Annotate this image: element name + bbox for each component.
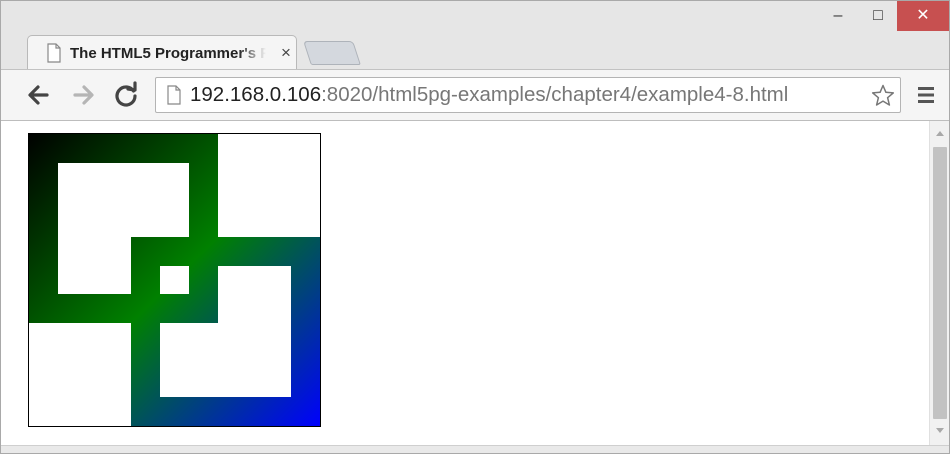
tab-strip: The HTML5 Programmer's Reference × ‒ □ ✕	[1, 1, 949, 69]
browser-toolbar: 192.168.0.106:8020/html5pg-examples/chap…	[1, 69, 949, 121]
window-bottom-edge	[1, 445, 949, 453]
minimize-button[interactable]: ‒	[819, 1, 857, 31]
star-icon[interactable]	[870, 83, 896, 109]
window-close-button[interactable]: ✕	[897, 1, 949, 31]
reload-icon[interactable]	[111, 80, 141, 110]
url-text[interactable]: 192.168.0.106:8020/html5pg-examples/chap…	[190, 78, 788, 112]
tab-active[interactable]: The HTML5 Programmer's Reference ×	[27, 35, 297, 69]
html5-canvas	[28, 133, 321, 427]
maximize-button[interactable]: □	[859, 1, 897, 31]
url-host: 192.168.0.106	[190, 83, 322, 106]
scroll-thumb[interactable]	[933, 147, 947, 419]
page-icon	[167, 85, 181, 105]
scroll-up-arrow-icon[interactable]	[935, 129, 945, 137]
new-tab-button[interactable]	[303, 41, 361, 65]
browser-window: The HTML5 Programmer's Reference × ‒ □ ✕…	[0, 0, 950, 454]
address-bar[interactable]: 192.168.0.106:8020/html5pg-examples/chap…	[155, 77, 901, 113]
scroll-down-arrow-icon[interactable]	[935, 427, 945, 435]
hamburger-menu-icon[interactable]	[915, 83, 937, 107]
forward-arrow-icon[interactable]	[69, 80, 99, 110]
page-viewport	[1, 121, 929, 445]
overlap-window	[160, 266, 189, 294]
vertical-scrollbar[interactable]	[929, 121, 949, 445]
page-icon	[47, 43, 61, 63]
url-path: :8020/html5pg-examples/chapter4/example4…	[321, 83, 789, 106]
tab-close-button[interactable]: ×	[278, 43, 294, 63]
back-arrow-icon[interactable]	[23, 80, 53, 110]
tab-title: The HTML5 Programmer's Reference	[70, 45, 266, 62]
